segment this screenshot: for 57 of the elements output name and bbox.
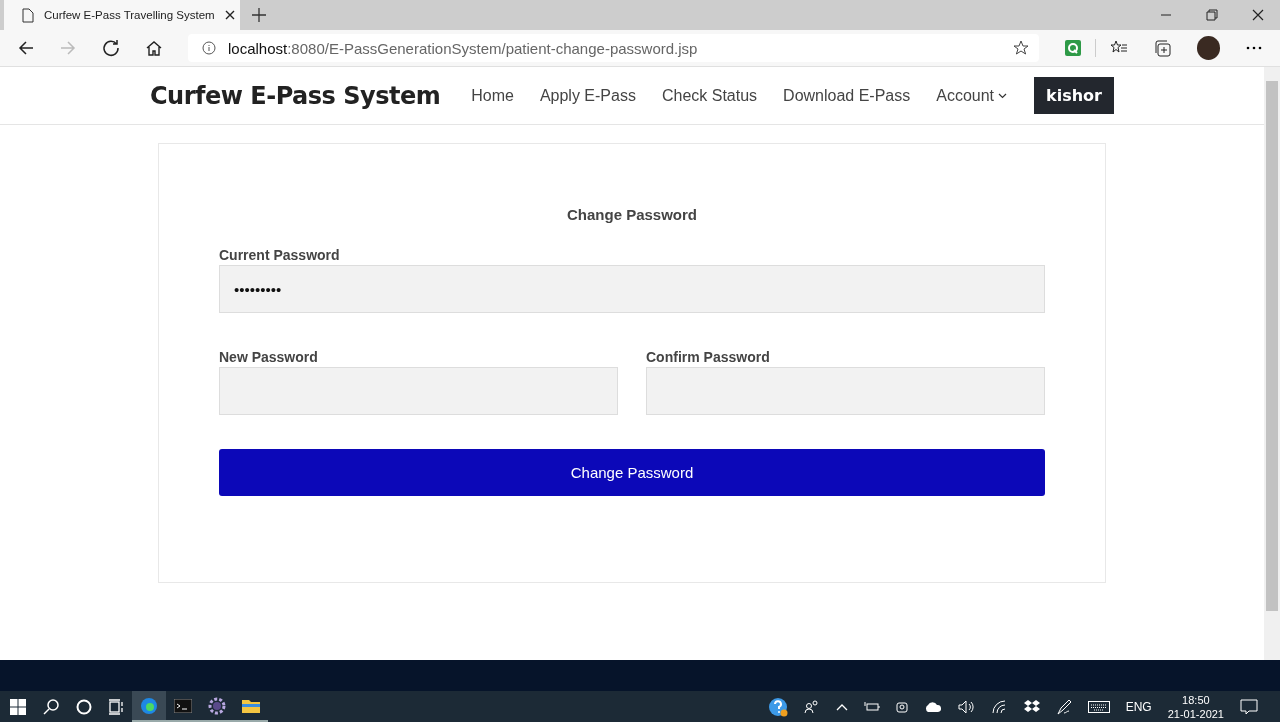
form-title: Change Password <box>565 206 698 223</box>
clock-date[interactable]: 21-01-2021 <box>1167 706 1224 721</box>
scrollbar[interactable] <box>1264 67 1280 660</box>
close-icon[interactable] <box>224 10 235 20</box>
wifi-icon[interactable] <box>991 699 1008 714</box>
field-label: New Password <box>219 349 319 365</box>
site-brand[interactable]: Curfew E-Pass System <box>150 81 441 110</box>
help-icon[interactable] <box>767 696 788 717</box>
clock-time[interactable]: 18:50 <box>1182 692 1210 707</box>
tab-title: Curfew E-Pass Travelling System <box>44 9 215 21</box>
people-icon[interactable] <box>803 699 820 714</box>
gear-icon <box>208 696 226 715</box>
reload-icon[interactable] <box>102 39 120 57</box>
speaker-icon[interactable] <box>957 699 976 714</box>
camera-icon[interactable] <box>895 699 908 714</box>
close-window-icon[interactable] <box>1252 9 1264 21</box>
user-button[interactable]: kishor <box>1034 77 1114 114</box>
notification-icon[interactable] <box>1240 698 1258 715</box>
account-dropdown[interactable]: Account <box>923 86 1021 105</box>
cloud-icon[interactable] <box>923 701 942 712</box>
restore-icon[interactable] <box>1206 9 1218 21</box>
nav-link[interactable]: Check Status <box>648 86 771 105</box>
pen-icon[interactable] <box>1055 698 1072 715</box>
field-label: Confirm Password <box>646 349 771 365</box>
browser-tab[interactable]: Curfew E-Pass Travelling System <box>4 0 240 30</box>
confirm-password-field[interactable] <box>646 367 1045 415</box>
language-indicator[interactable]: ENG <box>1125 699 1152 714</box>
caret-icon <box>998 92 1008 99</box>
windows-start-icon[interactable] <box>10 698 26 715</box>
new-password-field[interactable] <box>219 367 618 415</box>
star-icon[interactable] <box>1012 40 1029 56</box>
nav-link[interactable]: Download E-Pass <box>770 86 924 105</box>
home-icon[interactable] <box>146 40 162 56</box>
page-icon <box>22 7 34 23</box>
battery-icon[interactable] <box>863 700 880 713</box>
new-tab-icon[interactable] <box>252 8 266 22</box>
more-icon[interactable] <box>1246 46 1262 50</box>
keyboard-icon[interactable] <box>1087 700 1110 713</box>
field-label: Current Password <box>219 247 341 263</box>
collections-icon[interactable] <box>1153 39 1171 57</box>
address-bar[interactable]: localhost:8080/E-PassGenerationSystem/patient-change-password.jsp <box>188 34 1039 62</box>
circle-icon[interactable] <box>76 698 92 715</box>
terminal-icon <box>174 698 192 713</box>
back-arrow-icon[interactable] <box>18 40 34 56</box>
search-icon[interactable] <box>42 697 60 716</box>
change-password-button[interactable]: Change Password <box>219 449 1045 496</box>
favorites-icon[interactable] <box>1109 40 1128 56</box>
folder-icon <box>242 698 260 713</box>
nav-link[interactable]: Home <box>458 86 527 105</box>
nav-link[interactable]: Apply E-Pass <box>526 86 649 105</box>
info-icon <box>202 41 216 55</box>
url-text: localhost:8080/E-PassGenerationSystem/patient-change-password.jsp <box>228 39 698 57</box>
profile-avatar[interactable] <box>1196 36 1220 60</box>
extension-icon[interactable] <box>1064 40 1081 56</box>
chevron-up-icon[interactable] <box>835 702 848 711</box>
task-view-icon[interactable] <box>108 698 124 715</box>
current-password-field[interactable]: ••••••••• <box>219 265 1045 313</box>
